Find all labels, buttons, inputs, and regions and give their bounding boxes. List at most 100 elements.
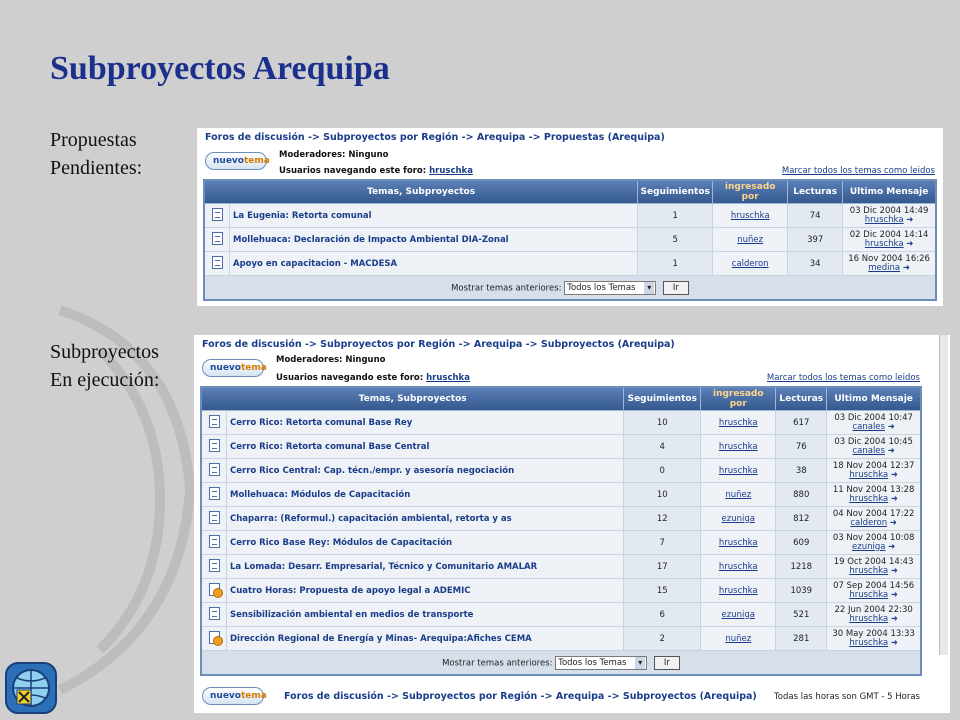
last-post-user-link[interactable]: canales [852,446,885,456]
go-button[interactable]: Ir [662,280,689,295]
breadcrumb[interactable]: Foros de discusión -> Subproyectos por R… [205,132,665,143]
last-post-cell: 16 Nov 2004 16:26 medina ➜ [842,251,937,276]
view-latest-icon[interactable]: ➜ [891,590,898,600]
author-link[interactable]: nuñez [700,626,777,651]
last-post-user-link[interactable]: hruschka [849,494,888,504]
new-topic-button-bottom[interactable]: nuevo tema [202,687,267,705]
last-post-user-link[interactable]: calderon [850,518,887,528]
last-post-cell: 11 Nov 2004 13:28 hruschka ➜ [826,482,922,507]
view-latest-icon[interactable]: ➜ [888,542,895,552]
topic-link[interactable]: Cerro Rico: Retorta comunal Base Central [225,434,625,459]
new-topic-button[interactable]: nuevo tema [202,359,267,377]
topic-icon [211,231,223,245]
topic-link[interactable]: Cerro Rico Central: Cap. técn./empr. y a… [225,458,625,483]
last-post-user-link[interactable]: medina [868,263,900,273]
show-prev-label: Mostrar temas anteriores: [442,658,553,668]
topic-icon-cell [200,434,227,459]
view-latest-icon[interactable]: ➜ [903,263,910,273]
last-post-user-link[interactable]: hruschka [849,590,888,600]
topic-filter-select[interactable]: Todos los Temas [564,280,657,295]
follow-count: 1 [637,251,714,276]
topic-link[interactable]: Apoyo en capacitacion - MACDESA [228,251,639,276]
author-link[interactable]: hruschka [700,434,777,459]
author-link[interactable]: nuñez [700,482,777,507]
vertical-scrollbar[interactable] [939,335,948,655]
topic-icon [208,534,220,548]
reads-count: 617 [775,410,828,435]
last-post-user-link[interactable]: ezuniga [852,542,885,552]
last-post-user-link[interactable]: hruschka [849,470,888,480]
last-post-user-link[interactable]: hruschka [849,638,888,648]
view-latest-icon[interactable]: ➜ [891,638,898,648]
browsing-user-link[interactable]: hruschka [429,166,473,176]
topic-link[interactable]: La Lomada: Desarr. Empresarial, Técnico … [225,554,625,579]
topic-icon [208,438,220,452]
last-post-cell: 18 Nov 2004 12:37 hruschka ➜ [826,458,922,483]
view-latest-icon[interactable]: ➜ [888,422,895,432]
browsing-user-link[interactable]: hruschka [426,373,470,383]
view-latest-icon[interactable]: ➜ [906,215,913,225]
topic-icon-cell [200,554,227,579]
reads-count: 880 [775,482,828,507]
table-header-row: Temas, Subproyectos Seguimientos ingresa… [203,179,937,204]
topic-link[interactable]: Chaparra: (Reformul.) capacitación ambie… [225,506,625,531]
col-reads: Lecturas [787,179,844,204]
col-follow: Seguimientos [637,179,714,204]
reads-count: 397 [787,227,844,252]
table-row: Cerro Rico: Retorta comunal Base Rey 10 hr… [200,410,922,435]
table-row: Chaparra: (Reformul.) capacitación ambie… [200,506,922,531]
view-latest-icon[interactable]: ➜ [891,614,898,624]
topic-filter-select[interactable]: Todos los Temas [555,655,648,670]
last-post-user-link[interactable]: hruschka [849,614,888,624]
author-link[interactable]: hruschka [700,410,777,435]
execution-label-line1: Subproyectos [50,341,159,363]
view-latest-icon[interactable]: ➜ [906,239,913,249]
topic-icon [208,606,220,620]
topic-icon-cell [200,602,227,627]
col-follow: Seguimientos [623,386,702,411]
topic-link[interactable]: Dirección Regional de Energía y Minas- A… [225,626,625,651]
new-topic-button[interactable]: nuevo tema [205,152,270,170]
pending-label-line2: Pendientes: [50,157,143,179]
last-post-cell: 03 Dic 2004 14:49 hruschka ➜ [842,203,937,228]
last-post-user-link[interactable]: canales [852,422,885,432]
reads-count: 281 [775,626,828,651]
view-latest-icon[interactable]: ➜ [891,494,898,504]
show-prev-label: Mostrar temas anteriores: [451,283,562,293]
author-link[interactable]: nuñez [712,227,789,252]
author-link[interactable]: hruschka [712,203,789,228]
topic-link[interactable]: Cerro Rico Base Rey: Módulos de Capacita… [225,530,625,555]
view-latest-icon[interactable]: ➜ [890,518,897,528]
mark-all-read-link[interactable]: Marcar todos los temas como leidos [782,166,935,176]
last-post-cell: 03 Dic 2004 10:47 canales ➜ [826,410,922,435]
last-post-user-link[interactable]: hruschka [865,215,904,225]
author-link[interactable]: hruschka [700,554,777,579]
author-link[interactable]: ezuniga [700,506,777,531]
follow-count: 6 [623,602,702,627]
pending-label-line1: Propuestas [50,129,137,151]
topic-link[interactable]: Mollehuaca: Declaración de Impacto Ambie… [228,227,639,252]
last-post-user-link[interactable]: hruschka [865,239,904,249]
execution-label-line2: En ejecución: [50,369,160,391]
breadcrumb[interactable]: Foros de discusión -> Subproyectos por R… [202,339,675,350]
view-latest-icon[interactable]: ➜ [891,470,898,480]
author-link[interactable]: calderon [712,251,789,276]
author-link[interactable]: hruschka [700,578,777,603]
view-latest-icon[interactable]: ➜ [891,566,898,576]
topic-link[interactable]: Mollehuaca: Módulos de Capacitación [225,482,625,507]
topic-link[interactable]: La Eugenia: Retorta comunal [228,203,639,228]
author-link[interactable]: hruschka [700,530,777,555]
topic-icon [208,486,220,500]
last-post-user-link[interactable]: hruschka [849,566,888,576]
author-link[interactable]: ezuniga [700,602,777,627]
view-latest-icon[interactable]: ➜ [888,446,895,456]
reads-count: 812 [775,506,828,531]
go-button[interactable]: Ir [653,655,680,670]
topic-link[interactable]: Sensibilización ambiental en medios de t… [225,602,625,627]
topic-link[interactable]: Cuatro Horas: Propuesta de apoyo legal a… [225,578,625,603]
topic-icon-cell [203,227,230,252]
breadcrumb-bottom[interactable]: Foros de discusión -> Subproyectos por R… [284,685,757,707]
author-link[interactable]: hruschka [700,458,777,483]
mark-all-read-link[interactable]: Marcar todos los temas como leidos [767,373,920,383]
topic-link[interactable]: Cerro Rico: Retorta comunal Base Rey [225,410,625,435]
